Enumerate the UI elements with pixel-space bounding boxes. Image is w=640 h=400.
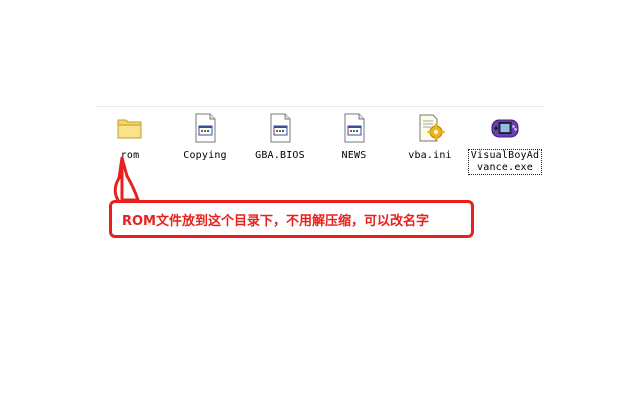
file-label: vba.ini: [408, 150, 452, 161]
document-icon: [338, 112, 370, 144]
file-label: rom: [120, 150, 140, 161]
document-icon: [189, 112, 221, 144]
file-label-selected: VisualBoyAd vance.exe: [468, 149, 542, 175]
file-item-rom[interactable]: rom: [95, 112, 165, 176]
file-item-news[interactable]: NEWS: [319, 112, 389, 176]
file-label-line-2: vance.exe: [477, 162, 533, 173]
file-label-line-1: VisualBoyAd: [470, 150, 540, 161]
file-item-vba-ini[interactable]: vba.ini: [395, 112, 465, 176]
file-item-visualboyadvance[interactable]: VisualBoyAd vance.exe: [468, 112, 542, 176]
gameboy-advance-icon: [489, 112, 521, 144]
document-icon: [264, 112, 296, 144]
config-file-icon: [414, 112, 446, 144]
annotation-callout: ROM文件放到这个目录下，不用解压缩，可以改名字: [109, 200, 474, 238]
file-label: GBA.BIOS: [255, 150, 305, 161]
file-item-gba-bios[interactable]: GBA.BIOS: [245, 112, 315, 176]
annotation-text: ROM文件放到这个目录下，不用解压缩，可以改名字: [122, 213, 429, 229]
folder-icon: [114, 112, 146, 144]
file-label: NEWS: [341, 150, 367, 161]
file-label: Copying: [183, 150, 227, 161]
file-item-copying[interactable]: Copying: [170, 112, 240, 176]
